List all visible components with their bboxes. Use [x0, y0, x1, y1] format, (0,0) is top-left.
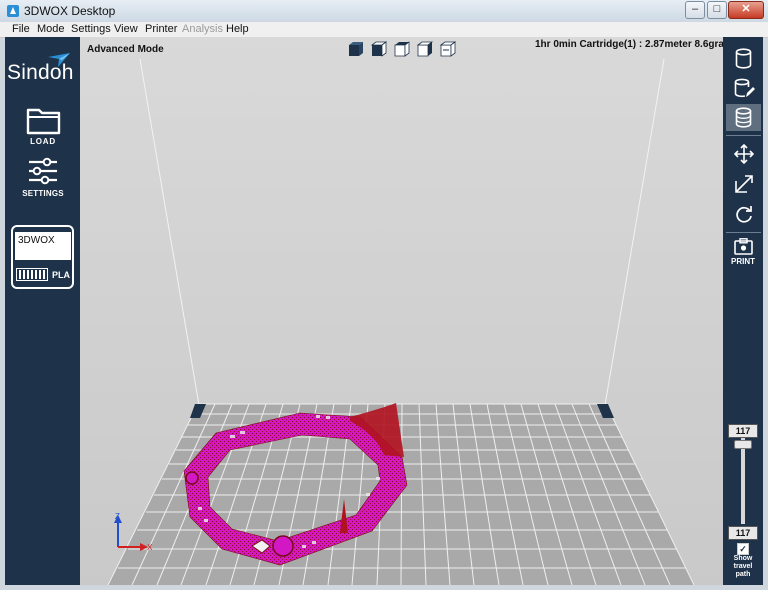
rotate-icon	[736, 206, 752, 223]
minimize-button[interactable]: –	[685, 1, 705, 19]
settings-button[interactable]: SETTINGS	[20, 155, 66, 199]
layer-top-value[interactable]: 117	[728, 424, 758, 438]
settings-label: SETTINGS	[22, 189, 64, 198]
cylinder-icon	[735, 48, 752, 69]
move-arrows-icon	[734, 144, 754, 164]
printer-icon	[734, 238, 753, 255]
cylinder-pen-icon	[734, 78, 755, 98]
solid-view-button[interactable]	[726, 45, 761, 72]
layer-view-button[interactable]	[726, 104, 761, 131]
filament-spool-icon	[16, 268, 48, 281]
load-button[interactable]: LOAD	[20, 101, 66, 147]
mode-label: Advanced Mode	[87, 44, 164, 55]
rotate-tool-button[interactable]	[726, 201, 761, 228]
menu-printer[interactable]: Printer	[145, 23, 177, 35]
load-label: LOAD	[30, 137, 56, 146]
scale-icon	[735, 175, 753, 193]
axis-z-label: Z	[115, 512, 120, 521]
sliders-icon	[29, 157, 57, 185]
maximize-button[interactable]: □	[707, 1, 727, 19]
layer-bottom-value[interactable]: 117	[728, 526, 758, 540]
build-viewport[interactable]: Z X	[80, 37, 723, 585]
app-icon	[7, 5, 19, 17]
show-travel-checkbox[interactable]: ✓	[737, 543, 749, 555]
layer-slider-track[interactable]	[741, 438, 745, 524]
window-title: 3DWOX Desktop	[24, 4, 116, 18]
print-label: PRINT	[731, 257, 755, 266]
toolbar-divider	[726, 232, 761, 233]
folder-icon	[26, 108, 61, 135]
view-iso-cube-icon[interactable]	[348, 41, 364, 57]
material-name: 3DWOX	[18, 235, 55, 246]
xray-view-button[interactable]	[726, 75, 761, 102]
move-tool-button[interactable]	[726, 141, 761, 168]
material-type: PLA	[52, 270, 70, 280]
close-button[interactable]: ✕	[728, 1, 764, 19]
view-left-cube-icon[interactable]	[417, 41, 433, 57]
menu-view[interactable]: View	[114, 23, 138, 35]
sindoh-logo: Sindoh	[7, 61, 74, 84]
show-travel-label: Show travel path	[733, 555, 753, 578]
menu-settings[interactable]: Settings	[71, 23, 111, 35]
view-right-cube-icon[interactable]	[440, 41, 456, 57]
axis-x-label: X	[147, 543, 153, 552]
print-estimate: 1hr 0min Cartridge(1) : 2.87meter 8.6gra…	[535, 39, 733, 50]
menu-mode[interactable]: Mode	[37, 23, 65, 35]
layer-slider-thumb[interactable]	[734, 440, 752, 449]
layers-cylinder-icon	[735, 107, 752, 128]
scale-tool-button[interactable]	[726, 171, 761, 198]
toolbar-divider	[726, 135, 761, 136]
view-front-cube-icon[interactable]	[371, 41, 387, 57]
menu-bar: File Mode Settings View Printer Analysis…	[0, 22, 768, 38]
build-volume-scene[interactable]: Z X	[80, 37, 723, 585]
menu-file[interactable]: File	[12, 23, 30, 35]
menu-help[interactable]: Help	[226, 23, 249, 35]
menu-analysis: Analysis	[182, 23, 223, 35]
view-top-cube-icon[interactable]	[394, 41, 410, 57]
